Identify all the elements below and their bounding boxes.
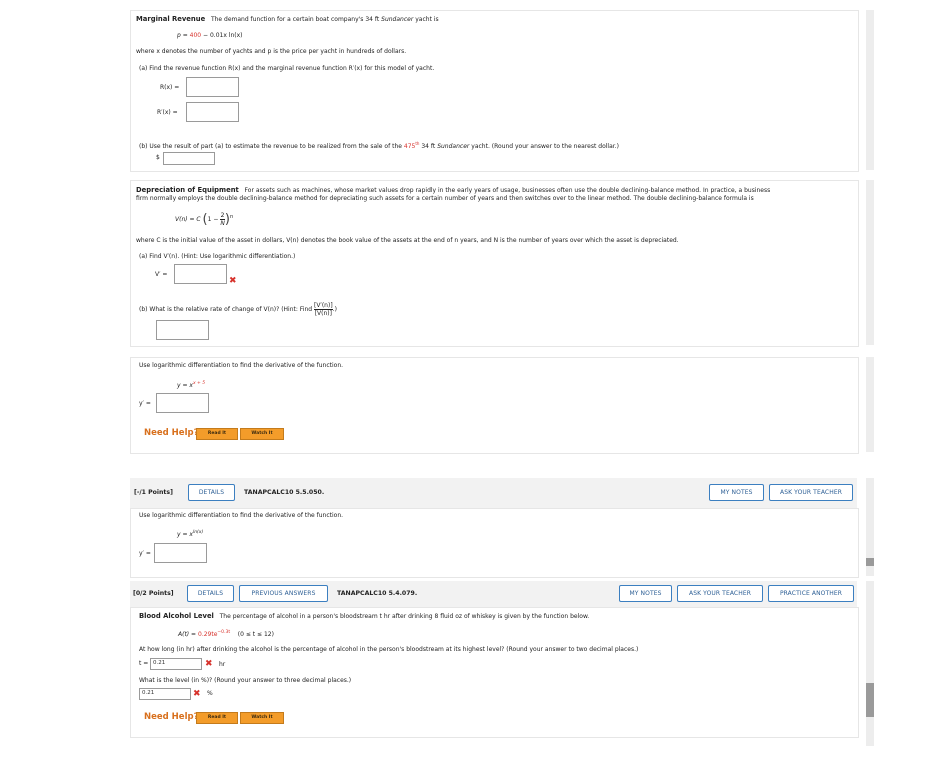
relative-rate-input[interactable]: [156, 320, 209, 340]
practice-another-button[interactable]: PRACTICE ANOTHER: [768, 585, 854, 602]
details-button[interactable]: DETAILS: [188, 484, 235, 501]
question-time-text: At how long (in hr) after drinking the a…: [139, 646, 639, 653]
question-code: TANAPCALC10 5.5.050.: [244, 489, 325, 496]
level-unit: %: [207, 690, 213, 697]
rx-answer-input[interactable]: [186, 77, 239, 97]
watch-it-button[interactable]: Watch It: [240, 428, 284, 440]
depreciation-intro-2: firm normally employs the double declini…: [136, 195, 754, 202]
t-label: t =: [139, 660, 149, 667]
depreciation-part-a: (a) Find V′(n). (Hint: Use logarithmic d…: [139, 253, 296, 260]
log-diff-2-equation: y = xln(x): [177, 530, 204, 538]
question-title: Blood Alcohol Level: [139, 612, 214, 620]
depreciation-intro-1: Depreciation of Equipment For assets suc…: [136, 186, 771, 194]
depreciation-formula: V(n) = C (1 − 2 N )n: [175, 212, 234, 227]
alcohol-equation: A(t) = 0.29te−0.3t (0 ≤ t ≤ 12): [178, 630, 274, 638]
yprime-label: y′ =: [139, 400, 151, 407]
revenue-475-input[interactable]: [163, 152, 215, 165]
points-label-2: [0/2 Points]: [133, 590, 174, 597]
question-level-text: What is the level (in %)? (Round your an…: [139, 677, 352, 684]
question-title: Depreciation of Equipment: [136, 186, 239, 194]
level-answer-input[interactable]: 0.21: [139, 688, 191, 700]
rpx-answer-input[interactable]: [186, 102, 239, 122]
vprime-answer-input[interactable]: [174, 264, 227, 284]
previous-answers-button[interactable]: PREVIOUS ANSWERS: [239, 585, 328, 602]
rpx-label: R′(x) =: [157, 109, 178, 116]
t-unit: hr: [219, 661, 226, 668]
depreciation-where-text: where C is the initial value of the asse…: [136, 237, 679, 244]
points-label: [-/1 Points]: [134, 489, 173, 496]
right-gutter-2: [866, 180, 874, 345]
my-notes-button-2[interactable]: MY NOTES: [619, 585, 672, 602]
part-b-text: (b) Use the result of part (a) to estima…: [139, 141, 619, 150]
my-notes-button[interactable]: MY NOTES: [709, 484, 764, 501]
yprime-answer-input[interactable]: [156, 393, 209, 413]
ask-teacher-button[interactable]: ASK YOUR TEACHER: [769, 484, 853, 501]
right-gutter-3: [866, 357, 874, 452]
rx-label: R(x) =: [160, 84, 180, 91]
incorrect-x-icon: ✖: [193, 689, 201, 699]
blood-alcohol-intro: Blood Alcohol Level The percentage of al…: [139, 612, 590, 620]
part-a-text: (a) Find the revenue function R(x) and t…: [139, 65, 435, 72]
question-code-2: TANAPCALC10 5.4.079.: [337, 590, 418, 597]
yprime-label-2: y′ =: [139, 550, 151, 557]
ask-teacher-button-2[interactable]: ASK YOUR TEACHER: [677, 585, 763, 602]
incorrect-x-icon: ✖: [229, 276, 237, 286]
scrollbar-handle-2[interactable]: [866, 683, 874, 717]
read-it-button[interactable]: Read It: [196, 712, 238, 724]
where-text: where x denotes the number of yachts and…: [136, 48, 407, 55]
log-diff-2-instruction: Use logarithmic differentiation to find …: [139, 512, 344, 519]
details-button-2[interactable]: DETAILS: [187, 585, 234, 602]
need-help-label: Need Help?: [144, 428, 199, 438]
watch-it-button[interactable]: Watch It: [240, 712, 284, 724]
read-it-button[interactable]: Read It: [196, 428, 238, 440]
depreciation-part-b: (b) What is the relative rate of change …: [139, 302, 337, 317]
right-gutter-1: [866, 10, 874, 170]
question-depreciation: [130, 180, 859, 347]
demand-equation: p = 400 − 0.01x ln(x): [177, 32, 243, 39]
marginal-revenue-intro: Marginal Revenue The demand function for…: [136, 15, 439, 23]
log-diff-1-equation: y = xx + 5: [177, 381, 206, 389]
vprime-label: V′ =: [155, 271, 168, 278]
incorrect-x-icon: ✖: [205, 659, 213, 669]
scrollbar-handle-1[interactable]: [866, 558, 874, 566]
dollar-sign: $: [156, 154, 160, 161]
t-answer-input[interactable]: 0.21: [150, 658, 202, 670]
question-title: Marginal Revenue: [136, 15, 206, 23]
yprime-answer-input-2[interactable]: [154, 543, 207, 563]
need-help-label: Need Help?: [144, 712, 199, 722]
right-gutter-5: [866, 581, 874, 746]
log-diff-1-instruction: Use logarithmic differentiation to find …: [139, 362, 344, 369]
